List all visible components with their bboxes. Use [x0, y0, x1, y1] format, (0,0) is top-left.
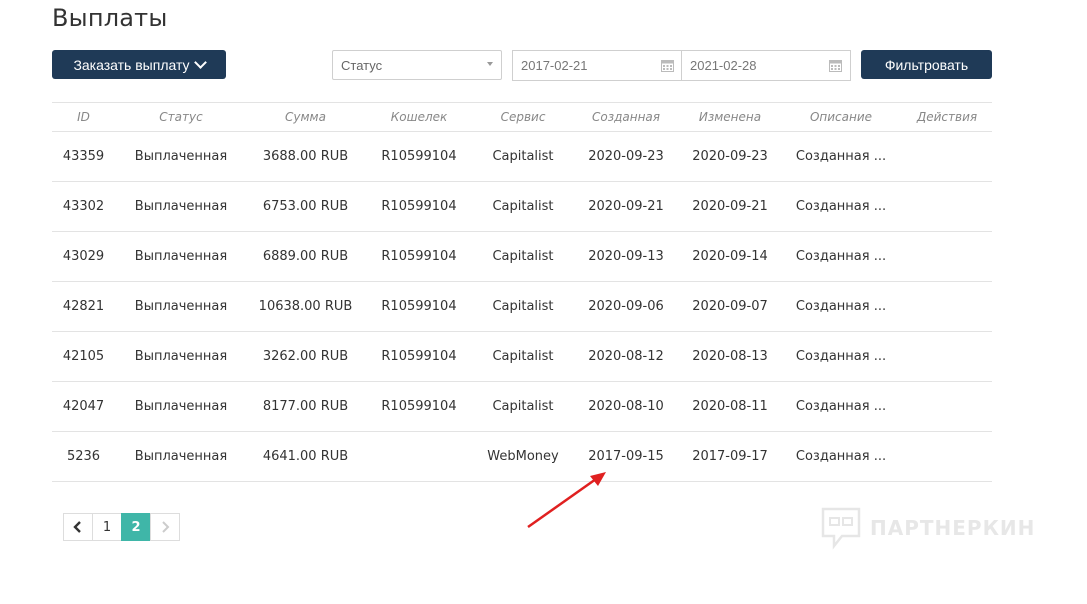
watermark-logo-icon [821, 507, 861, 550]
watermark: ПАРТНЕРКИН [820, 506, 1035, 550]
watermark-text: ПАРТНЕРКИН [870, 516, 1036, 540]
